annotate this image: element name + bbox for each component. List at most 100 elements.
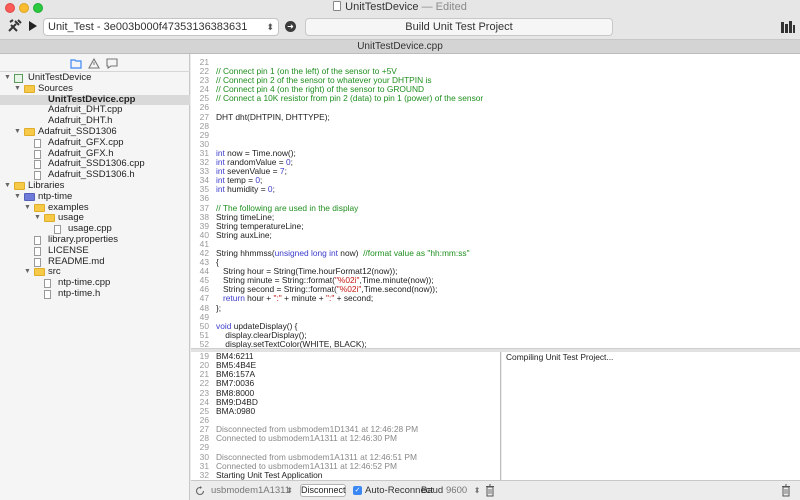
- file-icon: [34, 235, 41, 245]
- folder-icon: [34, 268, 45, 277]
- code-line: 35 int humidity = 0;: [191, 185, 800, 194]
- code-line: 34 int temp = 0;: [191, 176, 800, 185]
- serial-text: Starting Unit Test Application: [216, 469, 323, 480]
- file-icon: [34, 257, 41, 267]
- line-number: 52: [199, 338, 209, 348]
- line-number: 32: [199, 469, 209, 480]
- code-text: String auxLine;: [216, 229, 272, 240]
- editor-tab[interactable]: UnitTestDevice.cpp: [0, 41, 800, 52]
- disclosure-triangle-icon[interactable]: ▼: [4, 73, 11, 84]
- window-title: UnitTestDevice — Edited: [0, 1, 800, 13]
- code-line: 29: [191, 130, 800, 140]
- folder-icon: [34, 203, 45, 212]
- baud-selector[interactable]: 9600 ⬍: [446, 485, 480, 496]
- title-bar: UnitTestDevice — Edited: [0, 0, 800, 14]
- scheme-label: Unit_Test - 3e003b000f47353136383631: [48, 21, 248, 33]
- navigator-item-label: ntp-time: [38, 190, 73, 202]
- code-text: display.setTextColor(WHITE, BLACK);: [216, 338, 367, 348]
- code-text: String hhmmss(unsigned long int now) //f…: [216, 247, 470, 258]
- code-line: 37// The following are used in the displ…: [191, 203, 800, 213]
- code-text: DHT dht(DHTPIN, DHTTYPE);: [216, 111, 330, 122]
- port-selector[interactable]: usbmodem1A1311 ⬍: [211, 484, 293, 497]
- folder-icon: [24, 127, 35, 136]
- code-line: 48};: [191, 302, 800, 313]
- build-log-message: Compiling Unit Test Project...: [506, 352, 614, 362]
- file-icon: [34, 149, 41, 159]
- comment-icon[interactable]: [106, 58, 118, 69]
- navigator-item[interactable]: README.md: [0, 256, 190, 268]
- build-log: Compiling Unit Test Project...: [502, 352, 800, 480]
- project-navigator: ▼ UnitTestDevice ▼ Sources UnitTestDevice.cp…: [0, 54, 190, 500]
- disclosure-triangle-icon[interactable]: ▼: [14, 192, 21, 203]
- navigator-item[interactable]: LICENSE: [0, 244, 190, 257]
- navigator-item-label: Sources: [38, 82, 73, 94]
- code-line: 33 int sevenValue = 7;: [191, 167, 800, 176]
- folder-icon: [44, 214, 55, 223]
- code-line: 25// Connect a 10K resistor from pin 2 (…: [191, 94, 800, 103]
- navigator-item[interactable]: ▼ ntp-time: [0, 190, 190, 203]
- baud-value: 9600: [446, 485, 468, 496]
- navigator-item-label: Adafruit_GFX.cpp: [48, 136, 124, 148]
- serial-line: 25 BMA:0980: [191, 405, 500, 416]
- disclosure-triangle-icon[interactable]: ▼: [34, 213, 41, 224]
- code-line: 39 String temperatureLine;: [191, 221, 800, 231]
- auto-reconnect-checkbox[interactable]: ✓: [353, 486, 362, 495]
- disclosure-triangle-icon[interactable]: ▼: [14, 127, 21, 138]
- file-tree: ▼ UnitTestDevice ▼ Sources UnitTestDevice.cp…: [0, 72, 190, 300]
- code-line: 40 String auxLine;: [191, 229, 800, 240]
- warning-icon[interactable]: [88, 58, 100, 69]
- activity-status: Build Unit Test Project: [305, 18, 613, 36]
- editor-tab-bar: UnitTestDevice.cpp: [0, 40, 800, 54]
- refresh-icon[interactable]: [195, 486, 205, 496]
- library-icon[interactable]: [780, 20, 796, 34]
- toolbar: Unit_Test - 3e003b000f47353136383631 ⬍ ➜…: [0, 14, 800, 40]
- baud-label: Baud: [421, 485, 444, 496]
- serial-text: BMA:0980: [216, 405, 256, 416]
- code-text: };: [216, 302, 222, 313]
- navigator-item[interactable]: Adafruit_GFX.cpp: [0, 136, 190, 149]
- code-text: return hour + ":" + minute + ":" + secon…: [216, 293, 374, 304]
- chevron-updown-icon: ⬍: [286, 486, 293, 495]
- navigator-item[interactable]: ▼ Sources: [0, 82, 190, 95]
- code-line: 52 display.setTextColor(WHITE, BLACK);: [191, 338, 800, 348]
- code-editor[interactable]: 21 22// Connect pin 1 (on the left) of th…: [191, 54, 800, 348]
- serial-bottom-bar: usbmodem1A1311 ⬍ Disconnect ✓ Auto-Recon…: [191, 480, 800, 500]
- serial-text: Connected to usbmodem1A1311 at 12:46:30 …: [216, 433, 397, 444]
- disconnect-button[interactable]: Disconnect: [300, 484, 346, 497]
- serial-monitor[interactable]: 19 BM4:6211 20 BM5:4B4E 21 BM6:157A 22 BM7:0036…: [191, 352, 501, 480]
- code-line: 28: [191, 121, 800, 131]
- navigator-item[interactable]: ntp-time.h: [0, 287, 190, 300]
- serial-line: 28 Connected to usbmodem1A1311 at 12:46:3…: [191, 434, 500, 443]
- project-icon: [14, 74, 23, 83]
- navigator-item-label: LICENSE: [48, 244, 89, 256]
- window-title-text: UnitTestDevice: [345, 1, 419, 13]
- disclosure-triangle-icon[interactable]: ▼: [4, 181, 11, 192]
- go-arrow-icon[interactable]: ➜: [285, 21, 296, 32]
- file-icon: [34, 246, 41, 256]
- build-tools-icon[interactable]: [6, 17, 22, 35]
- scheme-selector[interactable]: Unit_Test - 3e003b000f47353136383631 ⬍: [43, 18, 279, 36]
- code-text: int humidity = 0;: [216, 184, 275, 195]
- disclosure-triangle-icon[interactable]: ▼: [24, 267, 31, 278]
- disclosure-triangle-icon[interactable]: ▼: [14, 84, 21, 95]
- code-line: 47 return hour + ":" + minute + ":" + se…: [191, 294, 800, 303]
- navigator-item[interactable]: library.properties: [0, 234, 190, 246]
- navigator-item[interactable]: ▼ UnitTestDevice: [0, 72, 190, 84]
- clear-serial-trash-icon[interactable]: [485, 484, 495, 497]
- folder-icon[interactable]: [70, 58, 82, 69]
- chevron-updown-icon: ⬍: [473, 486, 481, 495]
- file-icon: [34, 160, 41, 170]
- file-icon: [44, 289, 51, 299]
- clear-log-trash-icon[interactable]: [781, 484, 791, 497]
- disclosure-triangle-icon[interactable]: ▼: [24, 203, 31, 214]
- file-icon: [34, 138, 41, 148]
- file-icon: [34, 171, 41, 181]
- serial-line: 32 Starting Unit Test Application: [191, 469, 500, 480]
- code-line: 27 DHT dht(DHTPIN, DHTTYPE);: [191, 111, 800, 122]
- port-label: usbmodem1A1311: [211, 485, 291, 496]
- run-icon[interactable]: [27, 17, 39, 35]
- navigator-item[interactable]: ▼ examples: [0, 202, 190, 214]
- code-text: // Connect a 10K resistor from pin 2 (da…: [216, 93, 484, 104]
- navigator-item-label: ntp-time.h: [58, 287, 101, 299]
- navigator-item[interactable]: ▼ Libraries: [0, 180, 190, 192]
